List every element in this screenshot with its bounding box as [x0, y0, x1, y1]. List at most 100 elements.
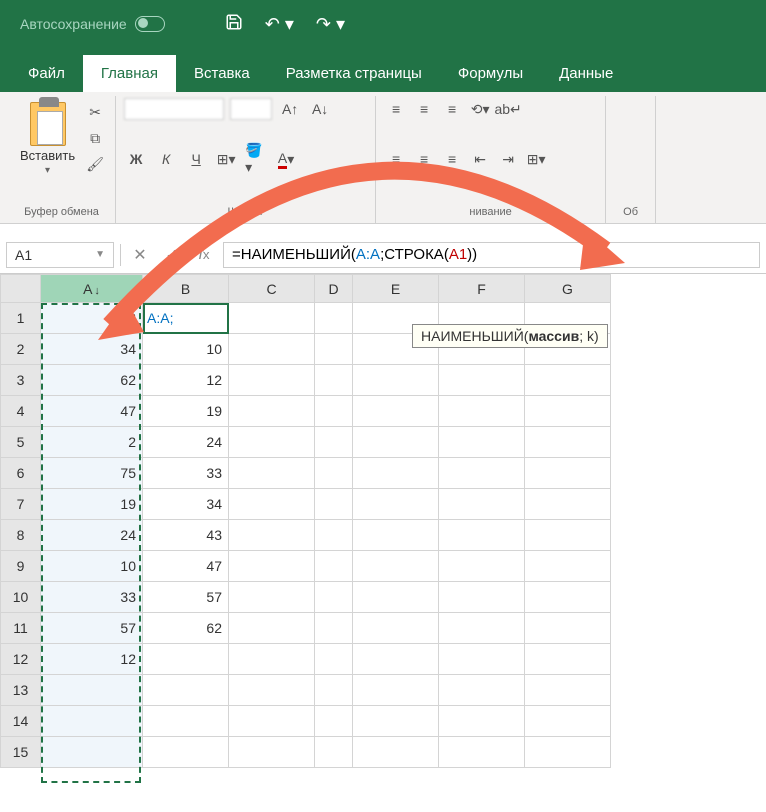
column-header-d[interactable]: D — [315, 275, 353, 303]
tab-file[interactable]: Файл — [10, 55, 83, 92]
redo-icon[interactable]: ↷ ▾ — [316, 14, 345, 35]
cell[interactable]: 10 — [143, 334, 229, 365]
name-box[interactable]: A1 ▼ — [6, 242, 114, 268]
formula-input[interactable]: =НАИМЕНЬШИЙ(А:А;СТРОКА(A1)) — [223, 242, 760, 268]
cell[interactable] — [525, 427, 611, 458]
cell[interactable] — [353, 520, 439, 551]
toggle-switch-icon[interactable] — [135, 16, 165, 32]
font-name-select[interactable] — [124, 98, 224, 120]
tab-formulas[interactable]: Формулы — [440, 55, 541, 92]
cell[interactable] — [143, 644, 229, 675]
cell[interactable]: 24 — [143, 427, 229, 458]
cell[interactable] — [353, 458, 439, 489]
cell[interactable] — [315, 613, 353, 644]
column-header-b[interactable]: B — [143, 275, 229, 303]
cell[interactable]: 43 — [41, 303, 143, 334]
cell[interactable] — [525, 458, 611, 489]
cell[interactable] — [143, 675, 229, 706]
row-header[interactable]: 5 — [1, 427, 41, 458]
cell[interactable] — [229, 334, 315, 365]
cell[interactable] — [439, 396, 525, 427]
cell[interactable] — [353, 706, 439, 737]
cell[interactable] — [525, 675, 611, 706]
cell[interactable] — [439, 675, 525, 706]
row-header[interactable]: 12 — [1, 644, 41, 675]
cell[interactable] — [525, 396, 611, 427]
row-header[interactable]: 9 — [1, 551, 41, 582]
cell[interactable] — [525, 582, 611, 613]
cell[interactable]: 62 — [143, 613, 229, 644]
cell[interactable] — [525, 489, 611, 520]
cell[interactable] — [315, 644, 353, 675]
decrease-font-icon[interactable]: A↓ — [308, 98, 332, 120]
cell[interactable] — [525, 706, 611, 737]
cell[interactable] — [439, 458, 525, 489]
cell[interactable] — [353, 582, 439, 613]
column-header-e[interactable]: E — [353, 275, 439, 303]
cell[interactable]: 57 — [143, 582, 229, 613]
merge-icon[interactable]: ⊞▾ — [524, 148, 548, 170]
row-header[interactable]: 14 — [1, 706, 41, 737]
row-header[interactable]: 8 — [1, 520, 41, 551]
orientation-icon[interactable]: ⟲▾ — [468, 98, 492, 120]
cell[interactable] — [315, 365, 353, 396]
cell[interactable] — [229, 396, 315, 427]
cell[interactable] — [229, 613, 315, 644]
cell[interactable] — [439, 520, 525, 551]
cell[interactable] — [229, 706, 315, 737]
cell[interactable] — [229, 427, 315, 458]
cell[interactable]: 12 — [143, 365, 229, 396]
row-header[interactable]: 11 — [1, 613, 41, 644]
cell[interactable] — [525, 644, 611, 675]
cell[interactable] — [439, 582, 525, 613]
cell[interactable] — [315, 551, 353, 582]
fill-color-icon[interactable]: 🪣▾ — [244, 148, 268, 170]
cell[interactable] — [315, 706, 353, 737]
chevron-down-icon[interactable]: ▼ — [95, 249, 105, 260]
cell[interactable] — [439, 427, 525, 458]
select-all-corner[interactable] — [1, 275, 41, 303]
cell[interactable]: 19 — [41, 489, 143, 520]
column-header-a[interactable]: A↓ — [41, 275, 143, 303]
underline-button[interactable]: Ч — [184, 148, 208, 170]
row-header[interactable]: 3 — [1, 365, 41, 396]
cell[interactable]: 12 — [41, 644, 143, 675]
column-header-g[interactable]: G — [525, 275, 611, 303]
cell[interactable] — [353, 644, 439, 675]
borders-icon[interactable]: ⊞▾ — [214, 148, 238, 170]
autosave-toggle[interactable]: Автосохранение — [20, 16, 165, 32]
cell[interactable] — [439, 613, 525, 644]
cut-icon[interactable]: ✂ — [85, 102, 105, 122]
font-size-select[interactable] — [230, 98, 272, 120]
column-header-c[interactable]: C — [229, 275, 315, 303]
cell[interactable]: А:А; — [143, 303, 229, 334]
undo-icon[interactable]: ↶ ▾ — [265, 14, 294, 35]
italic-button[interactable]: К — [154, 148, 178, 170]
cell[interactable] — [525, 365, 611, 396]
copy-icon[interactable]: ⧉ — [85, 128, 105, 148]
tab-pagelayout[interactable]: Разметка страницы — [268, 55, 440, 92]
cell[interactable] — [439, 551, 525, 582]
align-middle-icon[interactable]: ≡ — [412, 98, 436, 120]
cell[interactable] — [439, 489, 525, 520]
cell[interactable] — [353, 396, 439, 427]
cell[interactable] — [41, 737, 143, 768]
row-header[interactable]: 1 — [1, 303, 41, 334]
cell[interactable] — [439, 706, 525, 737]
cell[interactable]: 2 — [41, 427, 143, 458]
cell[interactable] — [353, 427, 439, 458]
increase-font-icon[interactable]: A↑ — [278, 98, 302, 120]
cell[interactable] — [353, 365, 439, 396]
increase-indent-icon[interactable]: ⇥ — [496, 148, 520, 170]
cell[interactable] — [229, 551, 315, 582]
cell[interactable] — [229, 489, 315, 520]
row-header[interactable]: 2 — [1, 334, 41, 365]
cell[interactable] — [525, 737, 611, 768]
cell[interactable] — [229, 644, 315, 675]
cell[interactable]: 10 — [41, 551, 143, 582]
cell[interactable] — [439, 737, 525, 768]
cell[interactable] — [315, 396, 353, 427]
cell[interactable] — [525, 520, 611, 551]
cell[interactable] — [143, 706, 229, 737]
cell[interactable] — [229, 582, 315, 613]
